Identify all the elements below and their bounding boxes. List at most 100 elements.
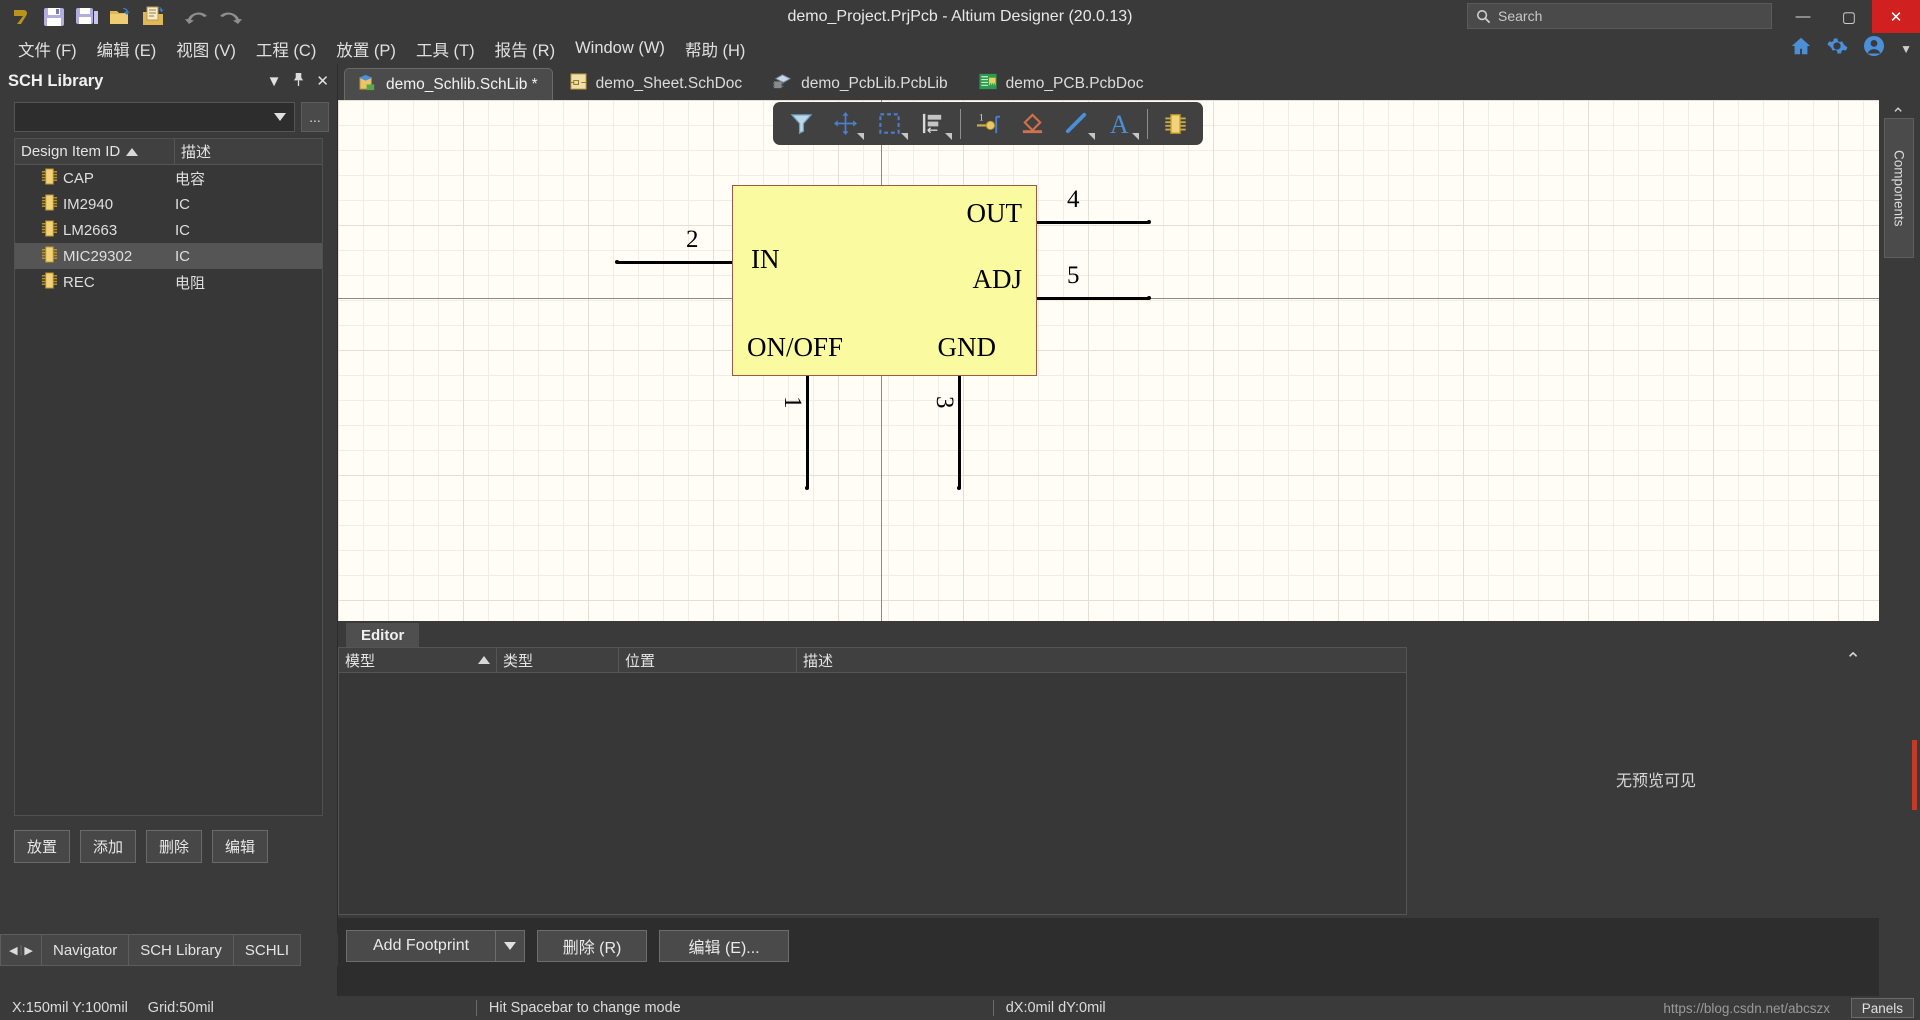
maximize-button[interactable]: ▢ [1826,0,1872,33]
chevron-down-icon[interactable] [901,133,908,140]
panel-tab-schli[interactable]: SCHLI [233,934,302,966]
gear-icon[interactable] [1826,35,1848,62]
pin-line-3[interactable] [958,376,961,488]
chevron-down-icon[interactable]: ▼ [1900,42,1912,56]
menu-item-place[interactable]: 放置 (P) [326,34,406,64]
tab-demo-pcblib[interactable]: demo_PcbLib.PcbLib [758,68,962,100]
menu-bar: 文件 (F) 编辑 (E) 视图 (V) 工程 (C) 放置 (P) 工具 (T… [0,33,1920,64]
chevron-left-icon[interactable]: ◀ [9,944,17,957]
move-icon[interactable] [823,104,867,143]
list-item[interactable]: IM2940 IC [15,191,322,217]
library-filter-row: ... [0,98,337,138]
column-header-location[interactable]: 位置 [619,648,797,672]
search-input[interactable]: Search [1467,3,1772,29]
menu-item-project[interactable]: 工程 (C) [246,34,327,64]
pin-line-4[interactable] [1037,221,1149,224]
close-panel-icon[interactable]: ✕ [316,72,329,90]
dock-tab-components[interactable]: Components [1884,118,1914,258]
menu-item-file[interactable]: 文件 (F) [8,34,87,64]
model-table-header: 模型 类型 位置 描述 [339,648,1406,673]
chevron-down-icon [274,113,286,121]
column-header-description[interactable]: 描述 [175,139,322,164]
edit-button[interactable]: 编辑 [212,830,268,863]
pin-line-2[interactable] [617,261,733,264]
component-list: Design Item ID 描述 CAP 电容 IM2940 IC LM266… [14,138,323,816]
chevron-down-icon[interactable] [1132,133,1139,140]
pin-line-5[interactable] [1037,297,1149,300]
menu-item-tools[interactable]: 工具 (T) [406,34,485,64]
list-item-label: REC [63,273,95,291]
open-folder-icon[interactable] [105,3,135,31]
pin-panel-icon[interactable] [292,72,305,91]
menu-item-reports[interactable]: 报告 (R) [485,34,566,64]
watermark-text: https://blog.csdn.net/abcszx [1663,1000,1830,1016]
user-account-icon[interactable] [1862,34,1886,63]
pin-line-1[interactable] [806,376,809,488]
library-filter-combo[interactable] [14,102,295,132]
library-browse-button[interactable]: ... [301,102,329,132]
save-icon[interactable] [39,3,69,31]
delete-button[interactable]: 删除 [146,830,202,863]
list-item[interactable]: CAP 电容 [15,165,322,191]
menu-item-edit[interactable]: 编辑 (E) [87,34,167,64]
panel-tab-scroll-arrows[interactable]: ◀ | ▶ [0,934,42,966]
close-button[interactable]: ✕ [1872,0,1920,33]
chevron-down-icon[interactable] [1088,133,1095,140]
quick-access-toolbar [0,3,245,31]
chevron-right-icon[interactable]: ▶ [24,944,32,957]
minimize-button[interactable]: — [1780,0,1826,33]
add-button[interactable]: 添加 [80,830,136,863]
add-footprint-dropdown[interactable] [495,931,524,961]
filter-icon[interactable] [779,104,823,143]
panel-tab-sch-library[interactable]: SCH Library [129,934,234,966]
sort-ascending-icon [478,656,490,664]
component-symbol-body[interactable]: IN OUT ADJ ON/OFF GND [732,185,1037,376]
list-item[interactable]: LM2663 IC [15,217,322,243]
menu-item-window[interactable]: Window (W) [565,36,675,61]
align-icon[interactable] [911,104,955,143]
tab-label: demo_Schlib.SchLib * [386,75,538,93]
sch-library-panel: SCH Library ▼ ✕ ... Design Item ID 描述 CA… [0,64,338,998]
save-all-icon[interactable] [72,3,102,31]
pin-icon[interactable]: 1 [966,104,1010,143]
place-button[interactable]: 放置 [14,830,70,863]
delete-model-button[interactable]: 删除 (R) [537,930,648,962]
document-tab-bar: demo_Schlib.SchLib * demo_Sheet.SchDoc d… [338,64,1920,100]
search-placeholder: Search [1498,8,1543,24]
pin-endpoint-3 [957,486,961,490]
panel-tab-navigator[interactable]: Navigator [42,934,130,966]
line-icon[interactable] [1054,104,1098,143]
add-footprint-button[interactable]: Add Footprint [346,930,526,962]
open-document-icon[interactable] [138,3,168,31]
column-header-desc[interactable]: 描述 [797,648,1406,672]
tab-demo-schlib[interactable]: demo_Schlib.SchLib * [344,68,553,100]
menu-item-view[interactable]: 视图 (V) [166,34,246,64]
home-icon[interactable] [1790,35,1812,62]
column-header-model[interactable]: 模型 [339,648,497,672]
text-icon[interactable]: A [1098,104,1142,143]
svg-text:A: A [1109,110,1128,137]
model-table[interactable]: 模型 类型 位置 描述 [338,647,1407,915]
tab-editor[interactable]: Editor [346,623,420,647]
column-header-design-item-id[interactable]: Design Item ID [15,139,175,164]
menu-item-help[interactable]: 帮助 (H) [675,34,756,64]
chevron-down-icon[interactable] [945,133,952,140]
edit-model-button[interactable]: 编辑 (E)... [659,930,790,962]
list-item-selected[interactable]: MIC29302 IC [15,243,322,269]
chevron-down-icon[interactable] [857,133,864,140]
panels-button[interactable]: Panels [1850,998,1914,1018]
tab-demo-pcb[interactable]: demo_PCB.PcbDoc [964,68,1158,100]
column-header-type[interactable]: 类型 [497,648,619,672]
ieee-symbol-icon[interactable] [1010,104,1054,143]
model-action-buttons: Add Footprint 删除 (R) 编辑 (E)... [338,925,1879,967]
component-icon[interactable] [1153,104,1197,143]
list-item[interactable]: REC 电阻 [15,269,322,295]
scrollbar-marker[interactable] [1912,740,1917,810]
tab-demo-sheet[interactable]: demo_Sheet.SchDoc [555,68,756,100]
select-rect-icon[interactable] [867,104,911,143]
schematic-canvas[interactable]: 1 A IN OUT ADJ ON/OFF GND 2 4 5 1 3 [338,100,1879,621]
undo-icon[interactable] [182,3,212,31]
chevron-down-icon[interactable]: ▼ [267,73,282,90]
redo-icon[interactable] [215,3,245,31]
collapse-preview-icon[interactable]: ⌃ [1845,649,1861,672]
